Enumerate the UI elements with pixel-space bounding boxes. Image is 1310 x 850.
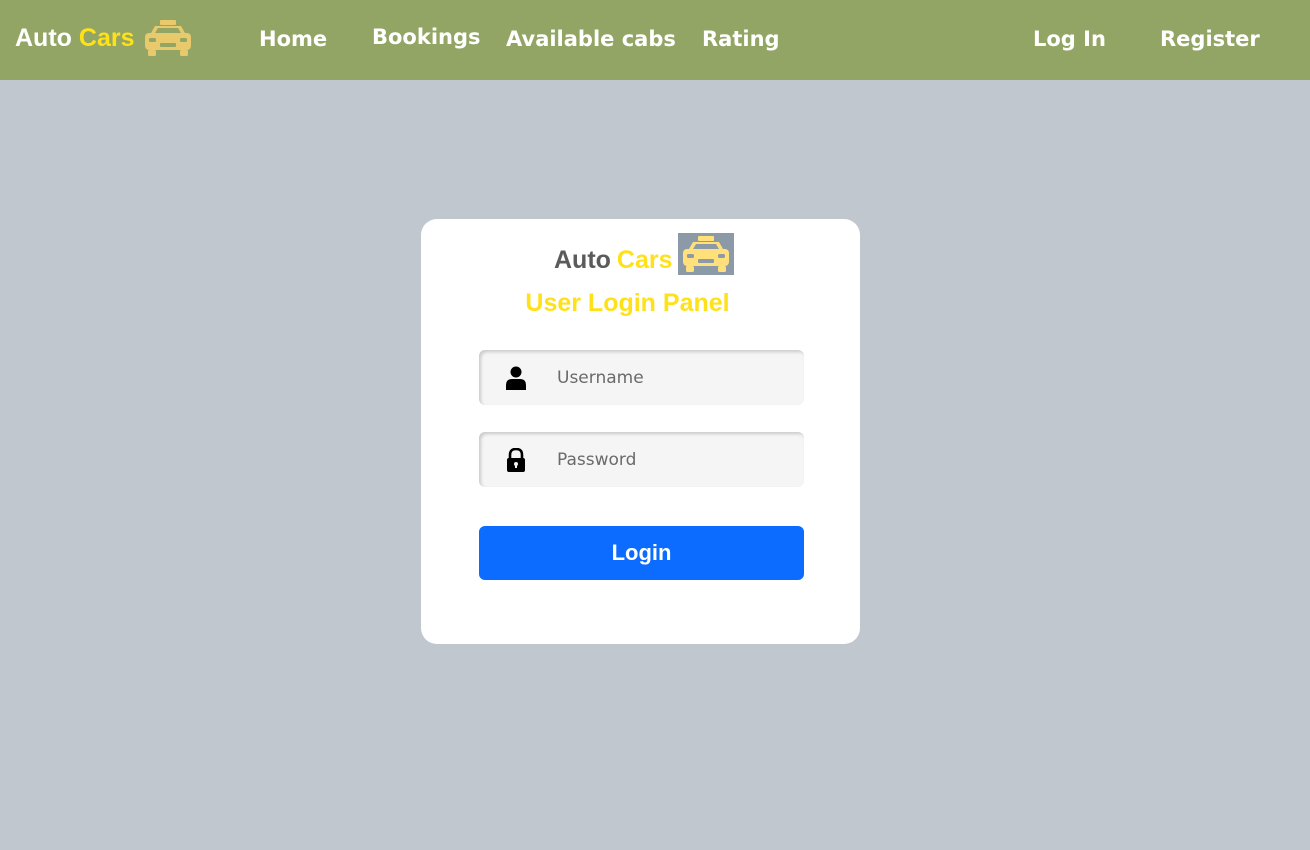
login-button[interactable]: Login xyxy=(479,526,804,580)
nav-rating-link[interactable]: Rating xyxy=(702,22,780,56)
taxi-icon xyxy=(143,19,193,57)
login-card: Auto Cars User Login Panel Username Logi… xyxy=(421,219,860,644)
username-field[interactable] xyxy=(479,350,804,405)
nav-bookings-link[interactable]: Bookings xyxy=(372,20,481,54)
nav-login-link[interactable]: Log In xyxy=(1033,22,1106,56)
card-brand-word-cars: Cars xyxy=(616,246,673,274)
brand-word-auto: Auto xyxy=(15,24,72,52)
user-icon xyxy=(505,366,527,390)
nav-register-link[interactable]: Register xyxy=(1160,22,1260,56)
password-field[interactable] xyxy=(479,432,804,487)
brand-word-cars: Cars xyxy=(78,24,135,52)
username-input[interactable] xyxy=(557,350,797,405)
password-input[interactable] xyxy=(557,432,797,487)
taxi-icon xyxy=(677,233,734,275)
card-brand-word-auto: Auto xyxy=(554,246,611,274)
navbar: Auto Cars Home Bookings Available cabs R… xyxy=(0,0,1310,80)
lock-icon xyxy=(505,447,527,472)
brand-logo[interactable]: Auto Cars xyxy=(15,18,193,58)
nav-available-cabs-link[interactable]: Available cabs xyxy=(506,22,676,56)
nav-home-link[interactable]: Home xyxy=(259,22,327,56)
card-brand: Auto Cars xyxy=(554,233,734,275)
login-panel-title: User Login Panel xyxy=(525,289,730,317)
